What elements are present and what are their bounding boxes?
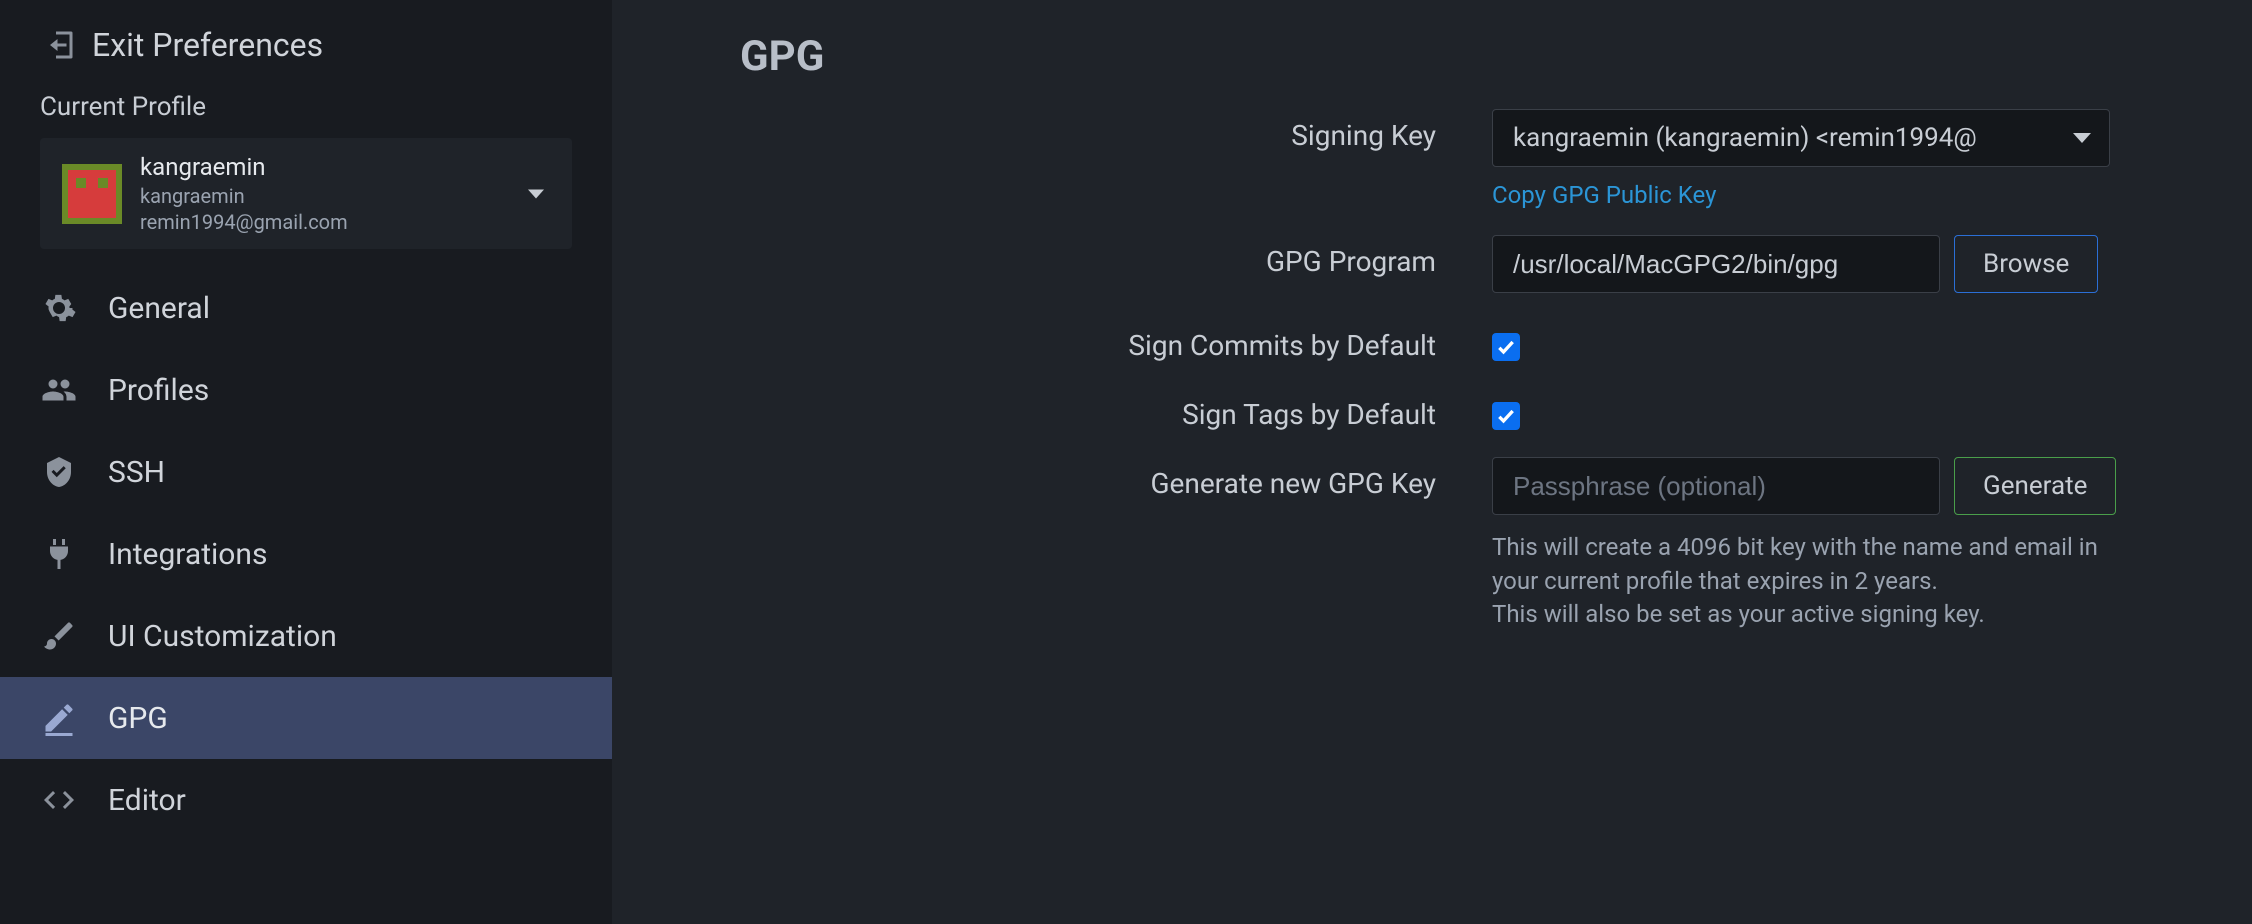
profile-selector[interactable]: kangraemin kangraemin remin1994@gmail.co… xyxy=(40,138,572,249)
signing-key-select[interactable]: kangraemin (kangraemin) <remin1994@ xyxy=(1492,109,2110,167)
generate-key-row: Generate new GPG Key Generate This will … xyxy=(672,457,2192,632)
sidebar-item-editor[interactable]: Editor xyxy=(0,759,612,841)
sidebar-item-ssh[interactable]: SSH xyxy=(0,431,612,513)
sign-tags-label: Sign Tags by Default xyxy=(672,388,1492,431)
sidebar: Exit Preferences Current Profile kangrae… xyxy=(0,0,612,924)
sidebar-item-profiles[interactable]: Profiles xyxy=(0,349,612,431)
sidebar-item-label: GPG xyxy=(108,701,168,736)
browse-button[interactable]: Browse xyxy=(1954,235,2098,293)
generate-hint: This will create a 4096 bit key with the… xyxy=(1492,531,2132,632)
chevron-down-icon xyxy=(2073,133,2091,143)
exit-icon xyxy=(40,26,78,64)
gpg-program-label: GPG Program xyxy=(672,235,1492,278)
sidebar-item-label: General xyxy=(108,291,210,326)
copy-gpg-public-key-link[interactable]: Copy GPG Public Key xyxy=(1492,181,1716,209)
profile-meta: kangraemin kangraemin remin1994@gmail.co… xyxy=(140,152,348,235)
hint-line-2: This will also be set as your active sig… xyxy=(1492,598,2132,632)
profile-email: remin1994@gmail.com xyxy=(140,209,348,235)
signature-icon xyxy=(40,699,78,737)
exit-preferences-button[interactable]: Exit Preferences xyxy=(0,18,612,78)
users-icon xyxy=(40,371,78,409)
main-panel: GPG Signing Key kangraemin (kangraemin) … xyxy=(612,0,2252,924)
signing-key-row: Signing Key kangraemin (kangraemin) <rem… xyxy=(672,109,2192,209)
profile-username: kangraemin xyxy=(140,183,348,209)
sidebar-item-label: Integrations xyxy=(108,537,267,572)
avatar xyxy=(62,164,122,224)
sidebar-item-label: SSH xyxy=(108,455,165,490)
sign-tags-checkbox[interactable] xyxy=(1492,402,1520,430)
shield-icon xyxy=(40,453,78,491)
exit-label: Exit Preferences xyxy=(92,26,323,64)
sidebar-item-integrations[interactable]: Integrations xyxy=(0,513,612,595)
gpg-program-row: GPG Program Browse xyxy=(672,235,2192,293)
generate-key-label: Generate new GPG Key xyxy=(672,457,1492,500)
sidebar-item-label: Profiles xyxy=(108,373,209,408)
sidebar-item-label: UI Customization xyxy=(108,619,337,654)
sign-commits-checkbox[interactable] xyxy=(1492,333,1520,361)
signing-key-value: kangraemin (kangraemin) <remin1994@ xyxy=(1513,123,1977,153)
signing-key-label: Signing Key xyxy=(672,109,1492,152)
profile-name: kangraemin xyxy=(140,152,348,183)
passphrase-input[interactable] xyxy=(1492,457,1940,515)
page-title: GPG xyxy=(740,32,2192,81)
sign-tags-row: Sign Tags by Default xyxy=(672,388,2192,431)
brush-icon xyxy=(40,617,78,655)
sidebar-item-ui-customization[interactable]: UI Customization xyxy=(0,595,612,677)
plug-icon xyxy=(40,535,78,573)
hint-line-1: This will create a 4096 bit key with the… xyxy=(1492,531,2132,598)
sidebar-item-label: Editor xyxy=(108,783,186,818)
code-icon xyxy=(40,781,78,819)
sidebar-item-gpg[interactable]: GPG xyxy=(0,677,612,759)
sign-commits-row: Sign Commits by Default xyxy=(672,319,2192,362)
gear-icon xyxy=(40,289,78,327)
chevron-down-icon xyxy=(528,189,544,198)
sign-commits-label: Sign Commits by Default xyxy=(672,319,1492,362)
sidebar-item-general[interactable]: General xyxy=(0,267,612,349)
current-profile-label: Current Profile xyxy=(0,78,612,132)
gpg-program-input[interactable] xyxy=(1492,235,1940,293)
generate-button[interactable]: Generate xyxy=(1954,457,2116,515)
